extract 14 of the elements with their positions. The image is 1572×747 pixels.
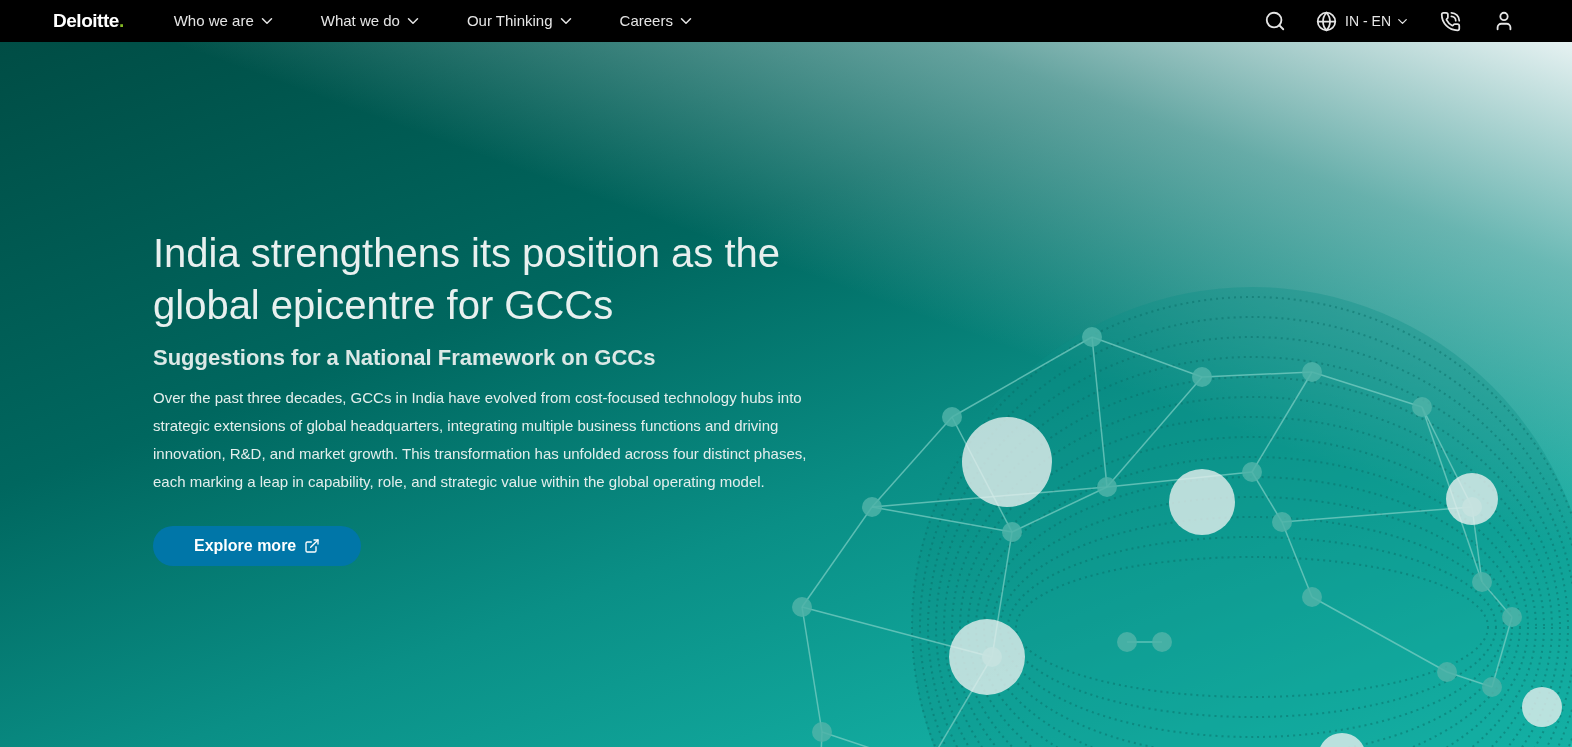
hero-subtitle: Suggestions for a National Framework on GCCs bbox=[153, 344, 657, 372]
phone-icon[interactable] bbox=[1440, 10, 1461, 32]
external-link-icon bbox=[304, 538, 321, 554]
hero-title: India strengthens its position as the global epicentre for GCCs bbox=[153, 230, 782, 329]
explore-more-button[interactable]: Explore more bbox=[153, 526, 362, 566]
nav-menu-item[interactable]: Who we are bbox=[173, 9, 276, 33]
hero-description: Over the past three decades, GCCs in India have evolved from cost-focused technology hubs into strategic extensions of global headquarters, integrating multiple business functions and driving innovation, R&D, and market growth. This transformation has unfolded across four distinct phases, each marking a leap in capability, role, and strategic value within the global operating model. bbox=[153, 388, 808, 492]
nav-menu-item[interactable]: Our Thinking bbox=[466, 9, 575, 33]
language-selector[interactable]: IN - EN bbox=[1345, 10, 1410, 32]
brand-logo[interactable]: Deloitte. bbox=[53, 6, 124, 36]
globe-icon[interactable] bbox=[1316, 10, 1338, 32]
nav-menu-item[interactable]: What we do bbox=[320, 9, 422, 33]
search-icon[interactable] bbox=[1264, 10, 1287, 32]
nav-menu-item[interactable]: Careers bbox=[619, 9, 695, 33]
